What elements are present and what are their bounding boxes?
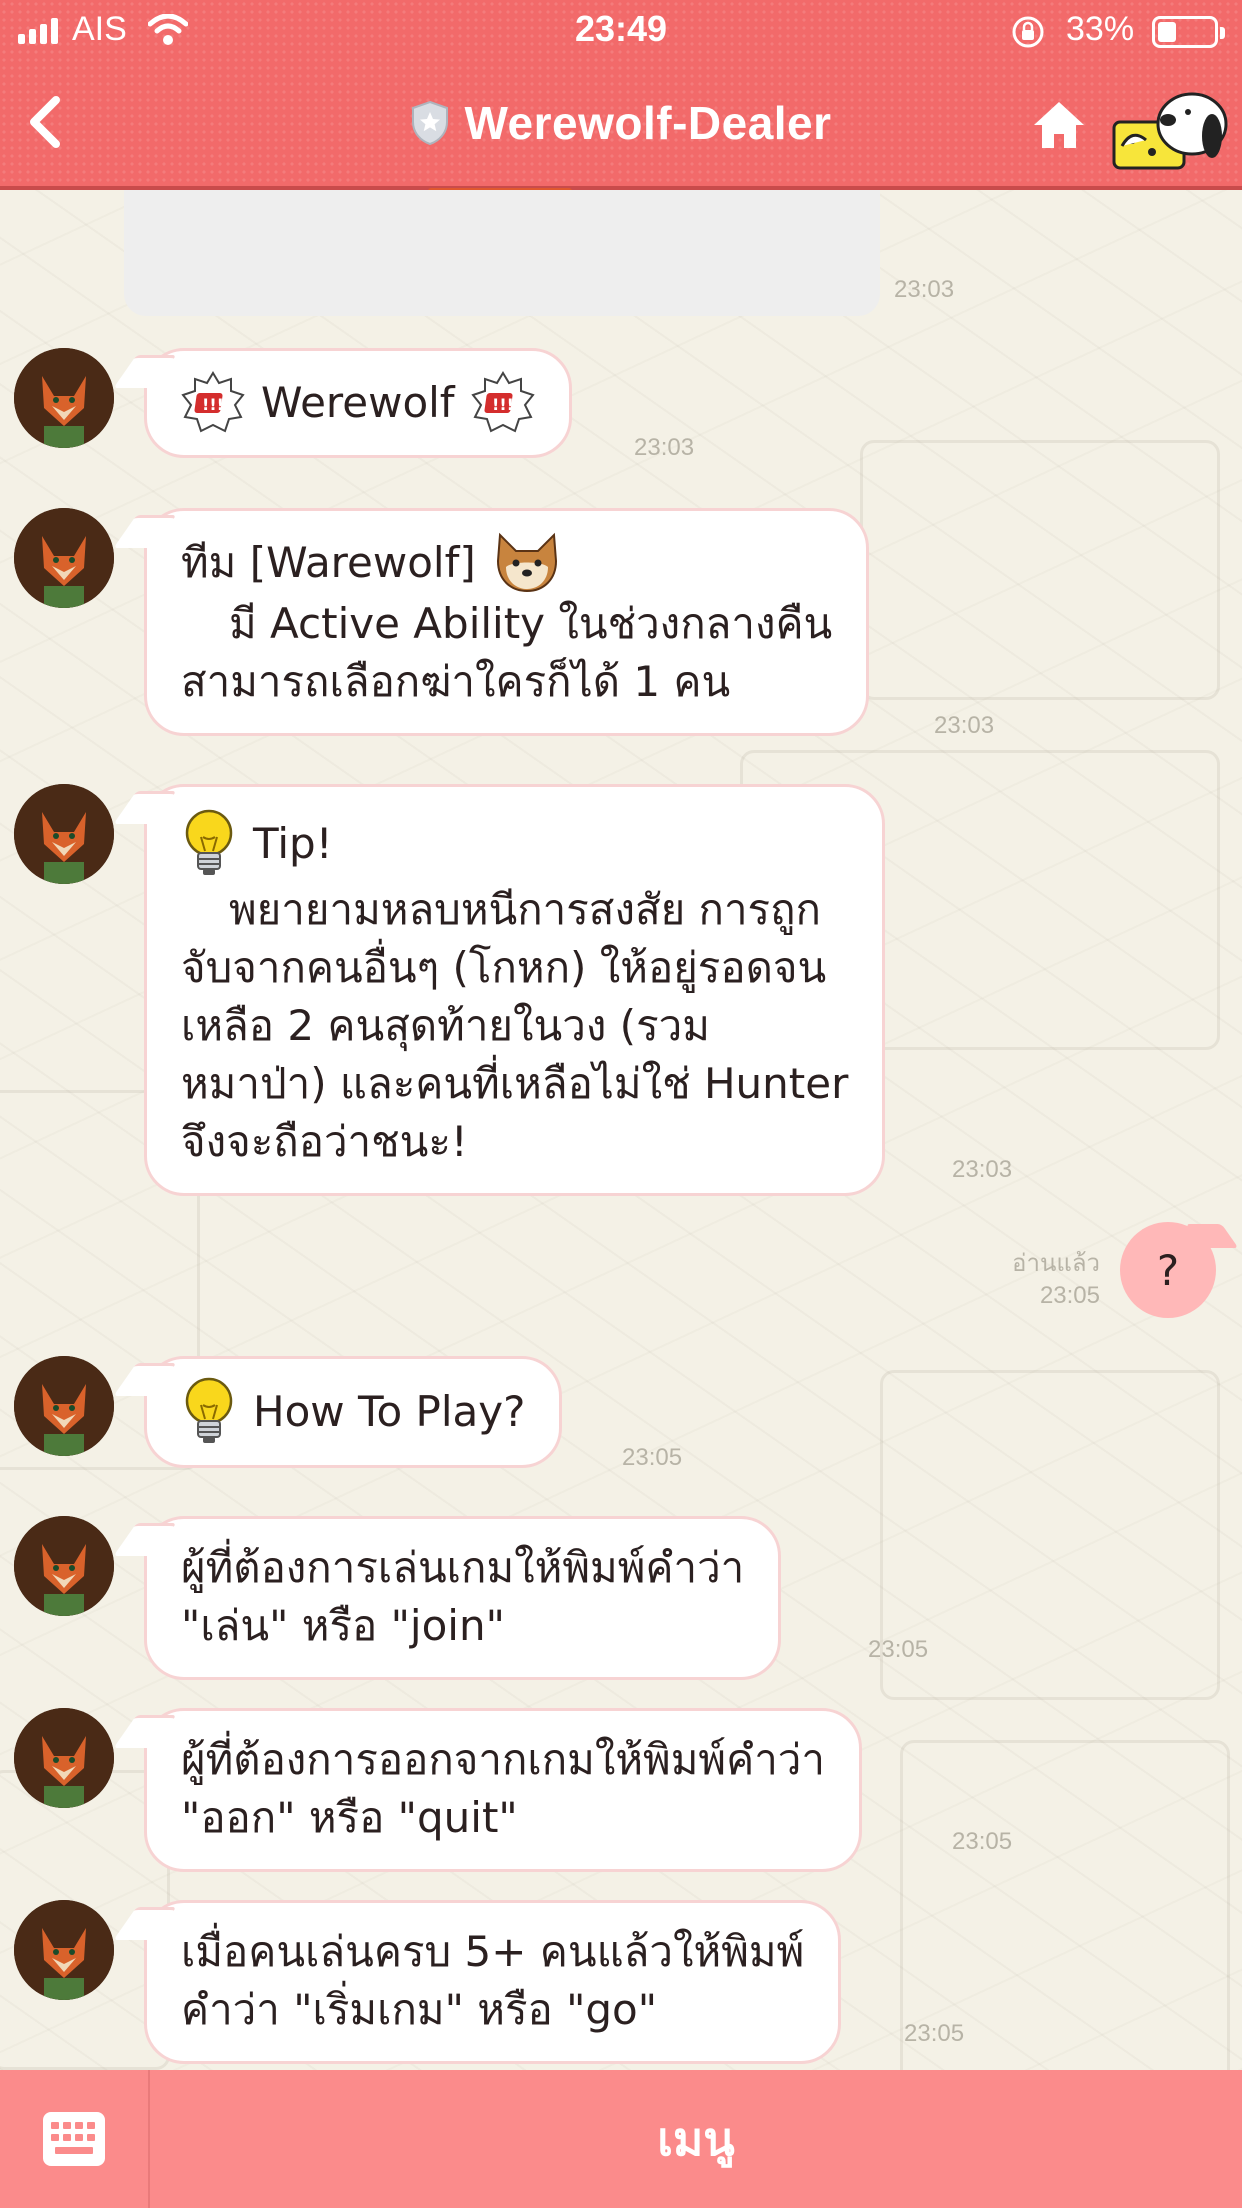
svg-text:!!!: !!!: [202, 395, 224, 414]
message-text: หมาป่า) และคนที่เหลือไม่ใช่ Hunter: [181, 1059, 849, 1108]
svg-text:!!!: !!!: [492, 395, 514, 414]
message-text: จับจากคนอื่นๆ (โกหก) ให้อยู่รอดจน: [181, 943, 827, 992]
message-time: 23:03: [934, 712, 995, 739]
message-text: ผู้ที่ต้องการเล่นเกมให้พิมพ์คำว่า: [181, 1543, 745, 1592]
keyboard-button[interactable]: [0, 2070, 150, 2208]
chat-title: Werewolf-Dealer: [464, 97, 832, 149]
message-text: ผู้ที่ต้องการออกจากเกมให้พิมพ์คำว่า: [181, 1735, 825, 1784]
fox-avatar-icon: [14, 1356, 114, 1456]
message-text: เมื่อคนเล่นครบ 5+ คนแล้วให้พิมพ์: [181, 1927, 805, 1976]
read-label: อ่านแล้ว: [1012, 1250, 1100, 1277]
message-time: 23:05: [868, 1636, 929, 1663]
message-time: 23:05: [904, 2020, 965, 2047]
avatar[interactable]: [14, 1708, 114, 1808]
message-text: มี Active Ability ในช่วงกลางคืน: [229, 599, 833, 648]
message-time: 23:03: [634, 434, 695, 461]
fox-avatar-icon: [14, 784, 114, 884]
menu-label: เมนู: [657, 2111, 735, 2166]
battery-icon: [1152, 16, 1225, 48]
read-receipt: อ่านแล้ว 23:05: [1012, 1248, 1100, 1312]
message-bubble[interactable]: How To Play?: [144, 1356, 563, 1468]
snoopy-icon[interactable]: [1112, 80, 1230, 176]
lightbulb-icon: [185, 1377, 233, 1443]
fox-avatar-icon: [14, 1900, 114, 2000]
fox-avatar-icon: [14, 508, 114, 608]
message-time: 23:05: [1039, 1282, 1100, 1309]
message-text: จึงจะถือว่าชนะ!: [181, 1117, 468, 1166]
message-bubble[interactable]: ทีม [Warewolf] มี Active Ability ในช่วงก…: [144, 508, 870, 736]
clock: 23:49: [574, 8, 668, 49]
message-text: "เล่น" หรือ "join": [181, 1601, 505, 1650]
message-time: 23:05: [622, 1444, 683, 1471]
home-icon[interactable]: [1030, 98, 1088, 152]
message-bubble[interactable]: !!! Werewolf !!!: [144, 348, 572, 458]
message-text: พยายามหลบหนีการสงสัย การถูก: [229, 885, 821, 934]
lightbulb-icon: [185, 809, 233, 875]
shiba-face-icon: [496, 532, 557, 593]
team-label: ทีม [Warewolf]: [181, 538, 476, 587]
fox-avatar-icon: [14, 348, 114, 448]
message-bubble[interactable]: เมื่อคนเล่นครบ 5+ คนแล้วให้พิมพ์ คำว่า "…: [144, 1900, 842, 2064]
nav-bar: Werewolf-Dealer: [0, 62, 1242, 190]
message-title: How To Play?: [253, 1387, 526, 1436]
alert-badge-icon: !!!: [181, 371, 245, 433]
previous-message-card[interactable]: [124, 190, 880, 316]
avatar[interactable]: [14, 1516, 114, 1616]
fox-avatar-icon: [14, 1516, 114, 1616]
bottom-menu-bar: เมนู: [0, 2070, 1242, 2208]
message-title: Werewolf: [261, 378, 455, 427]
avatar[interactable]: [14, 348, 114, 448]
status-bar: AIS 23:49 33%: [0, 0, 1242, 62]
header-bar: AIS 23:49 33% Werewolf-Dealer: [0, 0, 1242, 190]
message-time: 23:05: [952, 1828, 1013, 1855]
shield-icon: [412, 100, 449, 146]
rotation-lock-icon: [1012, 16, 1044, 48]
fox-avatar-icon: [14, 1708, 114, 1808]
avatar[interactable]: [14, 508, 114, 608]
avatar[interactable]: [14, 1900, 114, 2000]
message-text: สามารถเลือกฆ่าใครก็ได้ 1 คน: [181, 657, 731, 706]
message-text: คำว่า "เริ่มเกม" หรือ "go": [181, 1985, 658, 2034]
message-bubble[interactable]: ผู้ที่ต้องการเล่นเกมให้พิมพ์คำว่า "เล่น"…: [144, 1516, 782, 1680]
alert-badge-icon: !!!: [470, 371, 535, 433]
avatar[interactable]: [14, 1356, 114, 1456]
message-text: ?: [1156, 1245, 1180, 1295]
message-text: "ออก" หรือ "quit": [181, 1793, 518, 1842]
outgoing-message-bubble[interactable]: ?: [1120, 1222, 1216, 1318]
message-time: 23:03: [952, 1156, 1013, 1183]
keyboard-icon: [43, 2112, 105, 2166]
message-bubble[interactable]: Tip! พยายามหลบหนีการสงสัย การถูก จับจากค…: [144, 784, 886, 1196]
message-text: เหลือ 2 คนสุดท้ายในวง (รวม: [181, 1001, 710, 1050]
battery-percent: 33%: [1066, 10, 1135, 48]
avatar[interactable]: [14, 784, 114, 884]
menu-button[interactable]: เมนู: [150, 2070, 1242, 2208]
message-title: Tip!: [253, 819, 333, 868]
message-time: 23:03: [894, 276, 955, 303]
message-bubble[interactable]: ผู้ที่ต้องการออกจากเกมให้พิมพ์คำว่า "ออก…: [144, 1708, 862, 1872]
